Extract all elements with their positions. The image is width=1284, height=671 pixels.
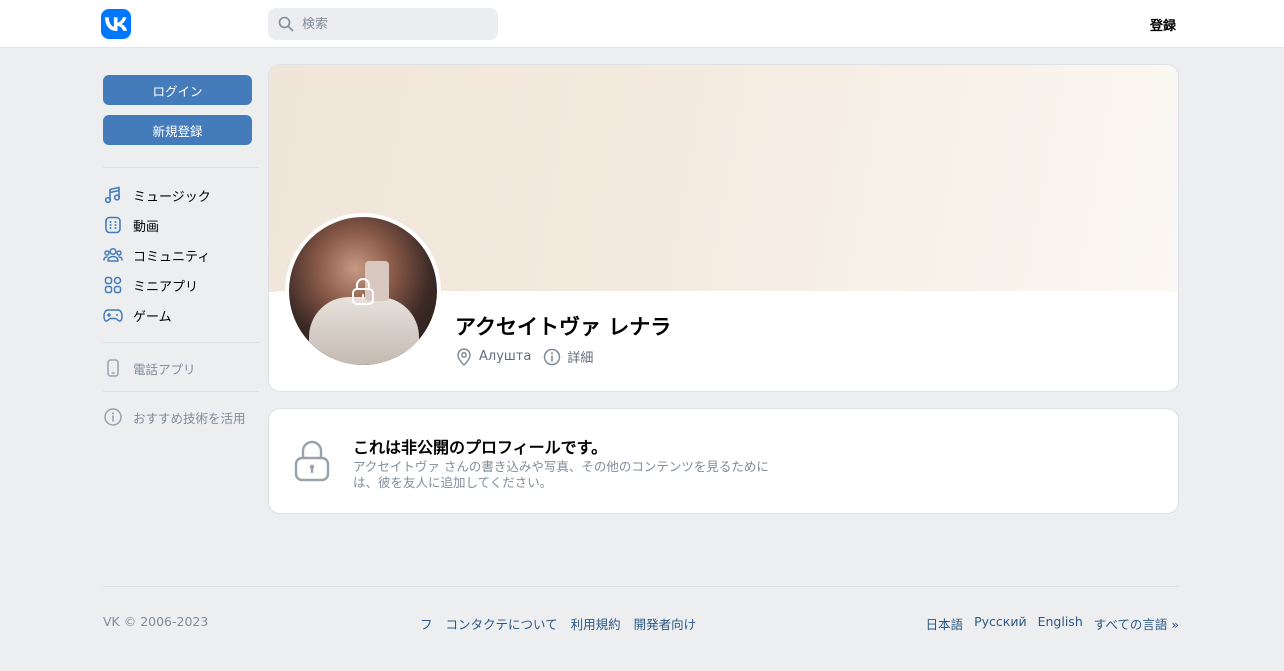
top-header: 登録 xyxy=(0,0,1284,48)
sidebar-item-label: おすすめ技術を活用 xyxy=(133,410,246,426)
footer-link-terms[interactable]: 利用規約 xyxy=(571,614,621,633)
profile-name: アクセイトヴァ レナラ xyxy=(455,315,672,339)
footer-links: フ コンタクテについて 利用規約 開発者向け xyxy=(420,614,709,633)
sidebar-item-label: コミュニティ xyxy=(133,249,211,265)
footer-link-developers[interactable]: 開発者向け xyxy=(634,614,697,633)
lock-icon xyxy=(294,440,330,482)
video-icon xyxy=(105,216,121,234)
community-icon xyxy=(103,247,123,262)
sidebar-item-community[interactable]: コミュニティ xyxy=(103,240,259,270)
sidebar-item-video[interactable]: 動画 xyxy=(103,210,259,240)
profile-meta: Алушта 詳細 xyxy=(455,347,593,366)
footer-copyright: VK © 2006-2023 xyxy=(103,614,209,629)
vk-logo-icon xyxy=(105,17,127,31)
sidebar-item-miniapps[interactable]: ミニアプリ xyxy=(103,270,259,300)
search-icon xyxy=(278,16,294,32)
language-all[interactable]: すべての言語 » xyxy=(1094,614,1179,633)
vk-logo[interactable] xyxy=(101,9,131,39)
info-icon xyxy=(544,348,561,365)
sidebar-item-label: 動画 xyxy=(133,219,160,235)
sidebar-divider xyxy=(103,342,259,343)
language-english[interactable]: English xyxy=(1038,614,1083,633)
details-label: 詳細 xyxy=(567,351,594,366)
private-profile-notice: これは非公開のプロフィールです。 アクセイトヴァ さんの書き込みや写真、その他の… xyxy=(268,408,1179,514)
sidebar: ログイン 新規登録 ミュージック 動画 コミュニティ ミニアプリ ゲーム 電話ア… xyxy=(103,75,259,432)
login-button[interactable]: ログイン xyxy=(103,75,252,105)
sidebar-nav: ミュージック 動画 コミュニティ ミニアプリ ゲーム xyxy=(103,180,259,330)
profile-card: アクセイトヴァ レナラ Алушта 詳細 xyxy=(268,64,1179,392)
sidebar-item-label: ミニアプリ xyxy=(133,279,199,295)
search-input[interactable] xyxy=(302,16,482,32)
miniapps-icon xyxy=(104,276,122,294)
footer-link[interactable]: フ xyxy=(420,614,433,633)
sidebar-item-recommend[interactable]: おすすめ技術を活用 xyxy=(103,402,259,432)
music-icon xyxy=(104,186,121,204)
location-label: Алушта xyxy=(479,349,532,364)
gamepad-icon xyxy=(103,309,123,322)
profile-details-link[interactable]: 詳細 xyxy=(543,347,593,366)
profile-avatar[interactable] xyxy=(285,213,441,369)
private-notice-title: これは非公開のプロフィールです。 xyxy=(353,438,608,457)
sidebar-divider xyxy=(103,391,259,392)
footer-link-about[interactable]: コンタクテについて xyxy=(446,614,558,633)
sidebar-item-label: 電話アプリ xyxy=(133,361,196,377)
language-japanese[interactable]: 日本語 xyxy=(926,614,964,633)
footer-languages: 日本語 Русский English すべての言語 » xyxy=(915,614,1179,633)
footer-divider xyxy=(103,586,1179,587)
sidebar-item-music[interactable]: ミュージック xyxy=(103,180,259,210)
search-box[interactable] xyxy=(268,8,498,40)
profile-location[interactable]: Алушта xyxy=(455,347,532,366)
language-russian[interactable]: Русский xyxy=(974,614,1026,633)
sidebar-item-games[interactable]: ゲーム xyxy=(103,300,259,330)
sidebar-item-label: ゲーム xyxy=(133,309,172,325)
location-pin-icon xyxy=(457,347,471,366)
header-register-link[interactable]: 登録 xyxy=(1150,15,1176,34)
sidebar-item-phone-app[interactable]: 電話アプリ xyxy=(103,353,259,383)
info-icon xyxy=(104,408,122,426)
phone-icon xyxy=(107,359,119,377)
avatar-lock-overlay xyxy=(289,217,437,365)
lock-icon xyxy=(352,278,374,305)
sidebar-divider xyxy=(103,167,259,168)
sidebar-item-label: ミュージック xyxy=(133,189,211,205)
private-notice-description: アクセイトヴァ さんの書き込みや写真、その他のコンテンツを見るためには、彼を友人… xyxy=(353,459,769,490)
signup-button[interactable]: 新規登録 xyxy=(103,115,252,145)
